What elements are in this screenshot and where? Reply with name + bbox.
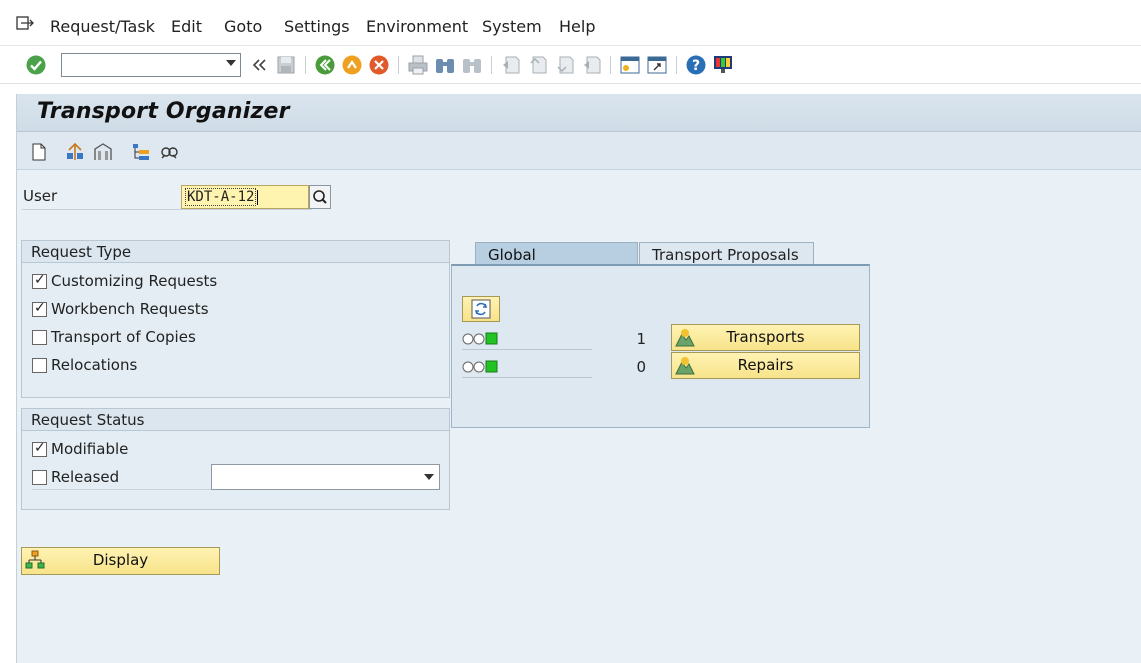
first-page-icon[interactable] — [500, 54, 522, 76]
menu-bar: Request/Task Edit Goto Settings Environm… — [0, 6, 1141, 46]
next-page-icon[interactable] — [554, 54, 576, 76]
request-status-heading: Request Status — [22, 409, 449, 431]
relocations-checkbox[interactable] — [32, 358, 47, 373]
menu-edit[interactable]: Edit — [171, 17, 202, 36]
request-type-group: Request Type Customizing Requests Workbe… — [21, 240, 450, 398]
new-session-icon[interactable] — [619, 54, 641, 76]
request-hierarchy-icon[interactable] — [131, 142, 151, 162]
workbench-requests-checkbox[interactable] — [32, 300, 47, 317]
enter-icon[interactable] — [25, 54, 47, 76]
help-icon[interactable]: ? — [685, 54, 707, 76]
find-next-icon[interactable] — [461, 54, 483, 76]
standard-toolbar: ? — [0, 46, 1141, 84]
application-toolbar — [17, 132, 1141, 170]
tab-transport-proposals-label: Transport Proposals — [652, 246, 799, 264]
toolbar-separator — [305, 56, 306, 74]
released-label: Released — [51, 468, 120, 486]
released-date-select[interactable] — [211, 464, 440, 490]
modifiable-checkbox[interactable] — [32, 440, 47, 457]
last-page-icon[interactable] — [581, 54, 603, 76]
menu-request-task[interactable]: Request/Task — [50, 17, 155, 36]
transport-of-copies-checkbox[interactable] — [32, 330, 47, 345]
customize-layout-icon[interactable] — [712, 54, 734, 76]
hierarchy-icon — [25, 550, 45, 569]
customizing-requests-checkbox[interactable] — [32, 272, 47, 289]
exit-icon[interactable] — [341, 54, 363, 76]
title-bar: Transport Organizer — [17, 94, 1141, 132]
transports-button-label: Transports — [726, 328, 805, 346]
toolbar-separator — [610, 56, 611, 74]
refresh-icon — [471, 299, 491, 319]
menu-system[interactable]: System — [482, 17, 542, 36]
system-landscape-icon[interactable] — [93, 142, 113, 162]
repairs-status-row — [462, 356, 592, 378]
display-objects-icon[interactable] — [159, 142, 179, 162]
toolbar-separator — [491, 56, 492, 74]
traffic-light-green-icon — [462, 360, 498, 373]
customizing-requests-label: Customizing Requests — [51, 272, 218, 290]
text-caret — [257, 189, 259, 205]
user-search-help-button[interactable] — [309, 185, 331, 209]
menu-help[interactable]: Help — [559, 17, 595, 36]
workbench-requests-label: Workbench Requests — [51, 300, 209, 318]
main-area: Transport Organizer User KDT-A-12 Reques… — [16, 94, 1141, 663]
user-input-value: KDT-A-12 — [185, 188, 257, 206]
transport-icon[interactable] — [65, 142, 85, 162]
chevron-down-icon — [424, 474, 434, 480]
menu-environment[interactable]: Environment — [366, 17, 468, 36]
create-shortcut-icon[interactable] — [646, 54, 668, 76]
user-label: User — [23, 187, 58, 205]
cancel-icon[interactable] — [368, 54, 390, 76]
repair-route-icon — [675, 357, 695, 375]
display-button-label: Display — [92, 551, 149, 569]
transport-route-icon — [675, 329, 695, 347]
back-icon[interactable] — [314, 54, 336, 76]
page-title: Transport Organizer — [37, 99, 290, 124]
command-field[interactable] — [61, 53, 241, 77]
transports-count: 1 — [636, 330, 646, 348]
toolbar-separator — [398, 56, 399, 74]
traffic-light-green-icon — [462, 332, 498, 345]
tab-global-information[interactable]: Global Information — [475, 242, 638, 282]
collapse-command-icon[interactable] — [250, 54, 272, 76]
save-icon[interactable] — [275, 54, 297, 76]
print-icon[interactable] — [407, 54, 429, 76]
global-information-panel: 1 Transports 0 Repairs — [451, 264, 870, 428]
display-button[interactable]: Display — [21, 547, 220, 575]
toolbar-separator — [676, 56, 677, 74]
search-icon — [313, 190, 327, 204]
create-document-icon[interactable] — [29, 142, 49, 162]
released-row[interactable]: Released — [32, 466, 212, 490]
transports-status-row — [462, 328, 592, 350]
repairs-button[interactable]: Repairs — [671, 352, 860, 379]
modifiable-label: Modifiable — [51, 440, 129, 458]
user-input[interactable]: KDT-A-12 — [181, 185, 309, 209]
transports-button[interactable]: Transports — [671, 324, 860, 351]
menu-goto[interactable]: Goto — [224, 17, 262, 36]
command-field-dropdown-icon[interactable] — [226, 60, 236, 66]
menu-settings[interactable]: Settings — [284, 17, 350, 36]
released-checkbox[interactable] — [32, 470, 47, 485]
find-icon[interactable] — [434, 54, 456, 76]
request-type-heading: Request Type — [22, 241, 449, 263]
refresh-button[interactable] — [462, 296, 500, 322]
repairs-count: 0 — [636, 358, 646, 376]
repairs-button-label: Repairs — [737, 356, 794, 374]
svg-text:?: ? — [692, 58, 700, 74]
request-status-group: Request Status Modifiable Released — [21, 408, 450, 510]
transport-of-copies-label: Transport of Copies — [51, 328, 196, 346]
previous-page-icon[interactable] — [527, 54, 549, 76]
menu-toggle-icon[interactable] — [16, 16, 34, 32]
relocations-label: Relocations — [51, 356, 138, 374]
tab-transport-proposals[interactable]: Transport Proposals — [639, 242, 814, 266]
